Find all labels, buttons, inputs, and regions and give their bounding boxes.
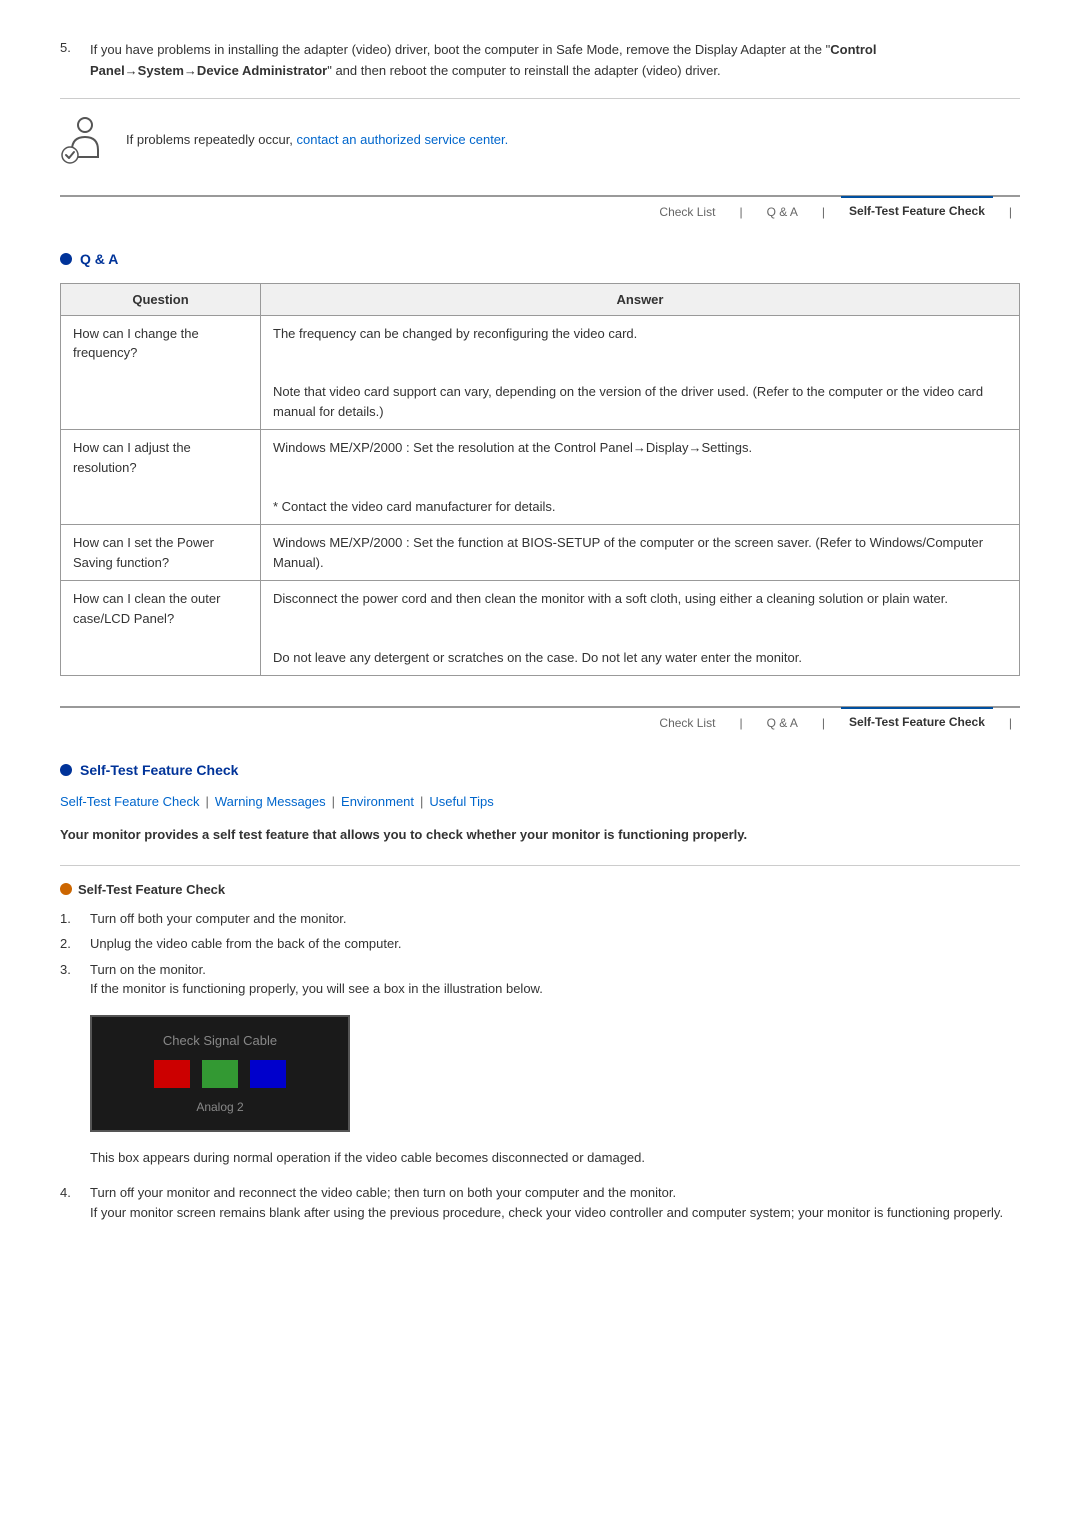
- nav-bar-1: Check List | Q & A | Self-Test Feature C…: [60, 195, 1020, 221]
- steps-list: 1. Turn off both your computer and the mo…: [60, 909, 1020, 999]
- blue-dot-qa: [60, 253, 72, 265]
- link-environment[interactable]: Environment: [341, 794, 414, 809]
- self-test-section-title: Self-Test Feature Check: [80, 762, 238, 778]
- table-row: How can I change the frequency?The frequ…: [61, 315, 1020, 430]
- nav-qa-2[interactable]: Q & A: [759, 714, 806, 732]
- step-4-number: 4.: [60, 1183, 80, 1222]
- qa-question: How can I set the Power Saving function?: [61, 525, 261, 581]
- list-item: 2. Unplug the video cable from the back o…: [60, 934, 1020, 954]
- warning-text: If problems repeatedly occur, contact an…: [126, 132, 508, 147]
- step-subtext: If the monitor is functioning properly, …: [90, 981, 543, 996]
- service-center-link[interactable]: contact an authorized service center.: [297, 132, 509, 147]
- qa-answer: Windows ME/XP/2000 : Set the resolution …: [261, 430, 1020, 525]
- qa-answer: The frequency can be changed by reconfig…: [261, 315, 1020, 430]
- qa-question: How can I change the frequency?: [61, 315, 261, 430]
- step-number: 3.: [60, 960, 80, 999]
- bold-statement: Your monitor provides a self test featur…: [60, 825, 1020, 845]
- qa-section-title: Q & A: [80, 251, 118, 267]
- step-text: Unplug the video cable from the back of …: [90, 934, 401, 954]
- warning-box: If problems repeatedly occur, contact an…: [60, 115, 1020, 165]
- link-useful-tips[interactable]: Useful Tips: [429, 794, 493, 809]
- table-row: How can I adjust the resolution?Windows …: [61, 430, 1020, 525]
- list-item: 3. Turn on the monitor.If the monitor is …: [60, 960, 1020, 999]
- table-row: How can I set the Power Saving function?…: [61, 525, 1020, 581]
- step-4-text: Turn off your monitor and reconnect the …: [90, 1183, 1003, 1222]
- sub-section-title: Self-Test Feature Check: [78, 882, 225, 897]
- table-row: How can I clean the outer case/LCD Panel…: [61, 581, 1020, 676]
- nav-check-list-2[interactable]: Check List: [651, 714, 723, 732]
- step-5-text: If you have problems in installing the a…: [90, 40, 1020, 82]
- nav-self-test-1[interactable]: Self-Test Feature Check: [841, 196, 993, 220]
- divider: [60, 865, 1020, 866]
- step-number: 2.: [60, 934, 80, 954]
- self-test-section-header: Self-Test Feature Check: [60, 762, 1020, 778]
- bar-green: [202, 1060, 238, 1088]
- signal-box: Check Signal Cable Analog 2: [90, 1015, 350, 1132]
- blue-dot-self-test: [60, 764, 72, 776]
- signal-box-label: Analog 2: [116, 1100, 324, 1114]
- qa-answer: Windows ME/XP/2000 : Set the function at…: [261, 525, 1020, 581]
- list-item: 1. Turn off both your computer and the mo…: [60, 909, 1020, 929]
- signal-box-title: Check Signal Cable: [116, 1033, 324, 1048]
- warning-icon: [60, 115, 110, 165]
- nav-qa-1[interactable]: Q & A: [759, 203, 806, 221]
- qa-table: Question Answer How can I change the fre…: [60, 283, 1020, 677]
- link-warning-messages[interactable]: Warning Messages: [215, 794, 326, 809]
- link-self-test-feature[interactable]: Self-Test Feature Check: [60, 794, 199, 809]
- bar-red: [154, 1060, 190, 1088]
- color-bars: [116, 1060, 324, 1088]
- qa-section-header: Q & A: [60, 251, 1020, 267]
- bar-blue: [250, 1060, 286, 1088]
- orange-dot: [60, 883, 72, 895]
- step-4-block: 4. Turn off your monitor and reconnect t…: [60, 1183, 1020, 1222]
- step-text: Turn off both your computer and the moni…: [90, 909, 347, 929]
- qa-col-answer: Answer: [261, 283, 1020, 315]
- step-number: 1.: [60, 909, 80, 929]
- qa-col-question: Question: [61, 283, 261, 315]
- note-text: This box appears during normal operation…: [90, 1148, 1020, 1168]
- sub-section-header: Self-Test Feature Check: [60, 882, 1020, 897]
- qa-question: How can I adjust the resolution?: [61, 430, 261, 525]
- nav-self-test-2[interactable]: Self-Test Feature Check: [841, 707, 993, 731]
- step-5-block: 5. If you have problems in installing th…: [60, 40, 1020, 99]
- step-5-bold: Control Panel→System→Device Administrato…: [90, 42, 876, 78]
- qa-answer: Disconnect the power cord and then clean…: [261, 581, 1020, 676]
- nav-bar-2: Check List | Q & A | Self-Test Feature C…: [60, 706, 1020, 732]
- self-test-links: Self-Test Feature Check | Warning Messag…: [60, 794, 1020, 809]
- nav-check-list-1[interactable]: Check List: [651, 203, 723, 221]
- qa-question: How can I clean the outer case/LCD Panel…: [61, 581, 261, 676]
- signal-box-container: Check Signal Cable Analog 2: [90, 1015, 1020, 1132]
- step-text: Turn on the monitor.If the monitor is fu…: [90, 960, 543, 999]
- step-5-number: 5.: [60, 40, 80, 82]
